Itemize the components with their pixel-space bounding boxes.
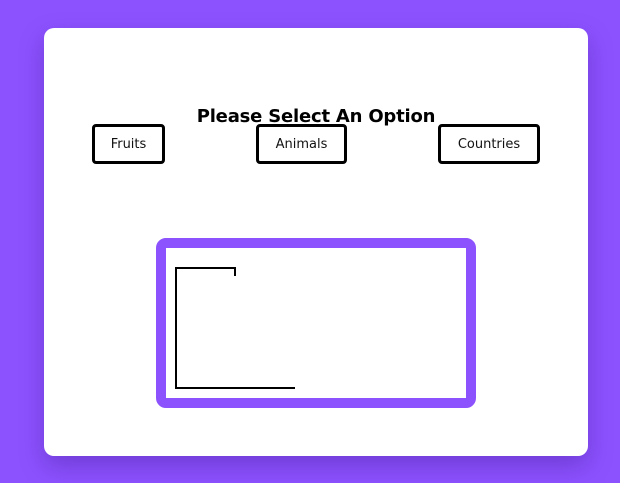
hangman-canvas — [156, 238, 476, 408]
hangman-gallows-icon — [175, 267, 295, 389]
option-button-animals[interactable]: Animals — [256, 124, 347, 164]
option-button-fruits[interactable]: Fruits — [92, 124, 165, 164]
option-button-countries[interactable]: Countries — [438, 124, 540, 164]
game-card: Please Select An Option Fruits Animals C… — [44, 28, 588, 456]
gallows-beam — [176, 267, 236, 276]
